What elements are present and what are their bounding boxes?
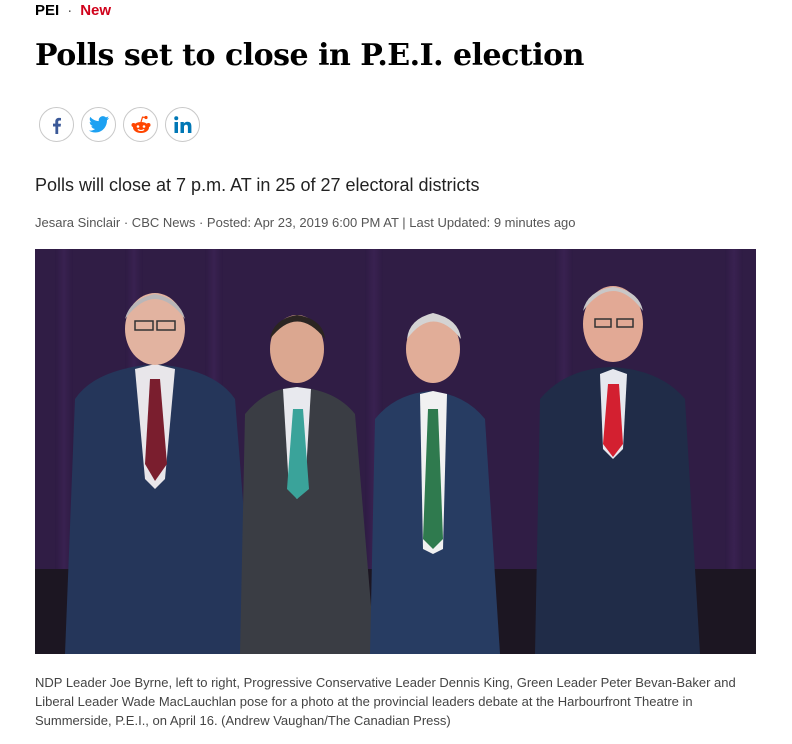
share-linkedin-button[interactable]: [165, 107, 200, 142]
new-badge: New: [80, 2, 112, 19]
section-link[interactable]: PEI: [35, 2, 59, 19]
article-deck: Polls will close at 7 p.m. AT in 25 of 2…: [35, 175, 480, 195]
twitter-icon: [88, 115, 109, 133]
photo-caption: NDP Leader Joe Byrne, left to right, Pro…: [35, 675, 736, 728]
share-bar: [39, 107, 200, 142]
facebook-icon: [52, 117, 61, 134]
linkedin-icon: [173, 115, 191, 133]
kicker-separator: ·: [67, 2, 73, 19]
article-kicker: PEI · New: [35, 2, 111, 19]
headline: Polls set to close in P.E.I. election: [35, 38, 584, 73]
lead-photo: [35, 249, 756, 654]
share-twitter-button[interactable]: [81, 107, 116, 142]
share-reddit-button[interactable]: [123, 107, 158, 142]
share-facebook-button[interactable]: [39, 107, 74, 142]
byline: Jesara Sinclair · CBC News · Posted: Apr…: [35, 215, 576, 230]
leaders-photo-illustration: [35, 249, 756, 654]
reddit-icon: [131, 115, 150, 133]
